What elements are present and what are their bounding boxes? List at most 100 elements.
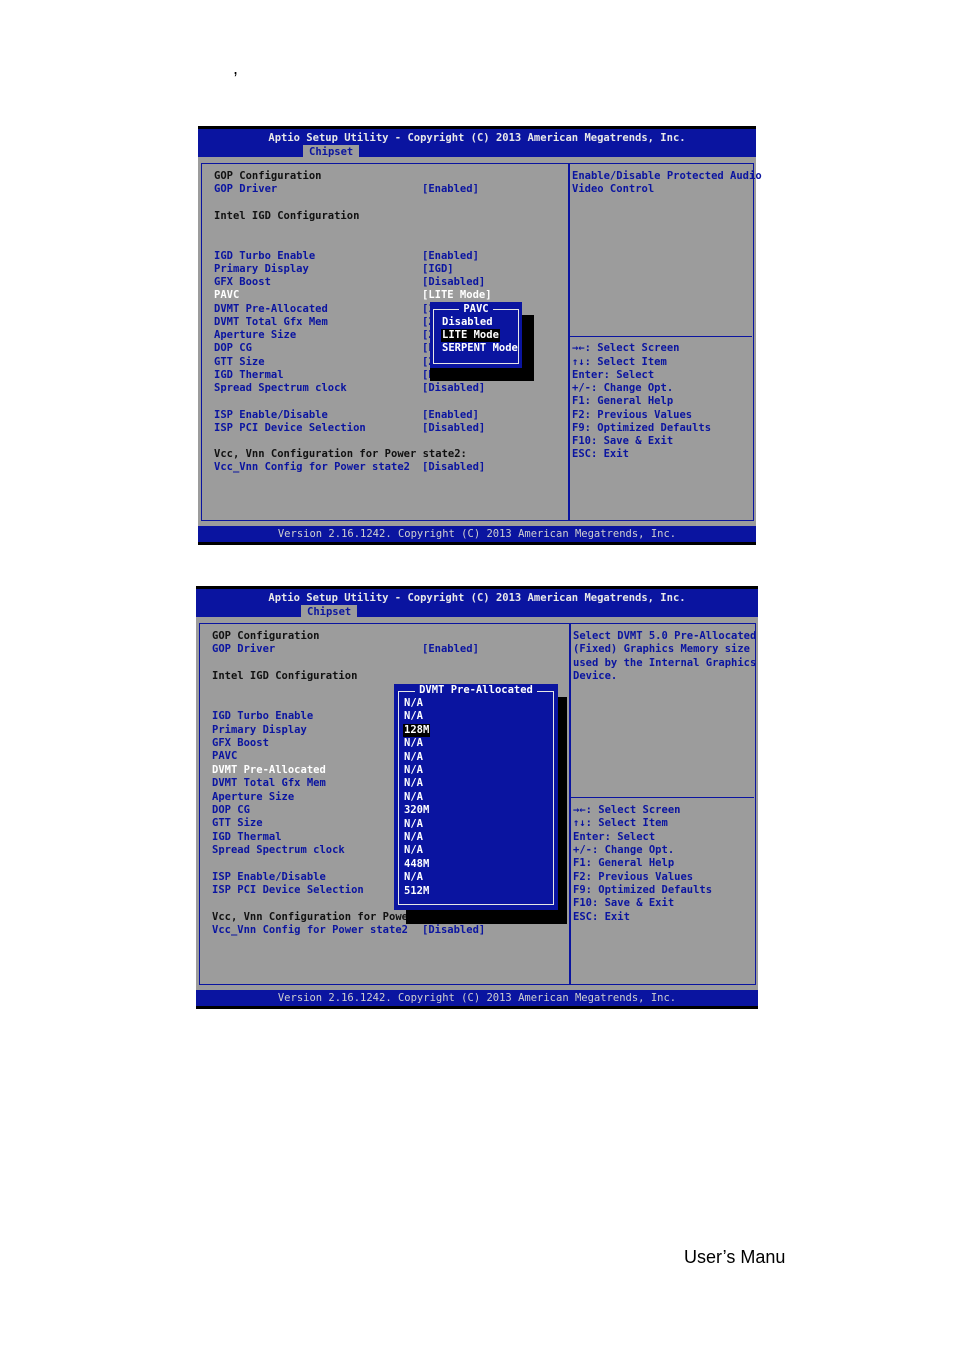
key-hint-enter: Enter: Select — [572, 369, 655, 381]
tab-chipset[interactable]: Chipset — [303, 145, 360, 159]
help-line: Select DVMT 5.0 Pre-Allocated — [573, 630, 757, 642]
setting-isp-enable-disable[interactable]: ISP Enable/Disable — [212, 871, 326, 884]
setting-igd-thermal[interactable]: IGD Thermal — [212, 831, 282, 844]
popup-option[interactable]: N/A — [404, 751, 423, 764]
bios-header: Aptio Setup Utility - Copyright (C) 2013… — [198, 129, 756, 159]
key-hint-save-exit: F10: Save & Exit — [572, 435, 674, 447]
help-line: Video Control — [572, 183, 655, 195]
popup-option-serpent-mode[interactable]: SERPENT Mode — [442, 342, 518, 355]
setting-dvmt-pre-allocated[interactable]: DVMT Pre-Allocated — [212, 764, 326, 777]
popup-option-lite-mode[interactable]: LITE Mode — [441, 329, 500, 343]
key-hint-previous-values: F2: Previous Values — [572, 409, 693, 421]
setting-primary-display[interactable]: Primary Display — [214, 263, 309, 276]
setting-isp-pci-device-selection[interactable]: ISP PCI Device Selection — [214, 422, 366, 435]
setting-vcc-vnn-config[interactable]: Vcc_Vnn Config for Power state2 — [212, 924, 408, 937]
panel-divider — [569, 623, 571, 985]
key-hint-change-opt: +/-: Change Opt. — [573, 844, 675, 856]
popup-option[interactable]: 512M — [404, 885, 429, 898]
key-hint-general-help: F1: General Help — [572, 395, 674, 407]
value-pavc[interactable]: [LITE Mode] — [422, 289, 492, 302]
bottom-border — [198, 542, 756, 545]
value-gfx-boost[interactable]: [Disabled] — [422, 276, 485, 289]
section-vcc-vnn-configuration: Vcc, Vnn Configuration for Power state2: — [214, 448, 467, 460]
popup-option-disabled[interactable]: Disabled — [442, 316, 493, 329]
help-line: (Fixed) Graphics Memory size — [573, 643, 751, 655]
value-gop-driver[interactable]: [Enabled] — [422, 183, 479, 196]
setting-dvmt-pre-allocated[interactable]: DVMT Pre-Allocated — [214, 303, 328, 316]
dvmt-pre-allocated-popup: DVMT Pre-Allocated N/A N/A 128M N/A N/A N/A N/… — [394, 684, 558, 910]
version-bar: Version 2.16.1242. Copyright (C) 2013 Am… — [196, 990, 758, 1006]
value-spread-spectrum-clock[interactable]: [Disabled] — [422, 382, 485, 395]
popup-option[interactable]: 448M — [404, 858, 429, 871]
popup-option[interactable]: N/A — [404, 737, 423, 750]
help-divider — [570, 336, 752, 337]
popup-title: DVMT Pre-Allocated — [394, 684, 558, 697]
setting-igd-turbo-enable[interactable]: IGD Turbo Enable — [212, 710, 313, 723]
popup-option[interactable]: N/A — [404, 831, 423, 844]
popup-option[interactable]: N/A — [404, 777, 423, 790]
key-hint-general-help: F1: General Help — [573, 857, 675, 869]
help-divider — [571, 797, 754, 798]
tab-chipset[interactable]: Chipset — [301, 605, 358, 619]
setting-igd-turbo-enable[interactable]: IGD Turbo Enable — [214, 250, 315, 263]
key-hint-exit: ESC: Exit — [573, 911, 630, 923]
help-line: used by the Internal Graphics — [573, 657, 757, 669]
popup-option[interactable]: N/A — [404, 818, 423, 831]
setting-igd-thermal[interactable]: IGD Thermal — [214, 369, 284, 382]
popup-option[interactable]: 320M — [404, 804, 429, 817]
value-gop-driver[interactable]: [Enabled] — [422, 643, 479, 656]
setting-vcc-vnn-config[interactable]: Vcc_Vnn Config for Power state2 — [214, 461, 410, 474]
setting-dvmt-total-gfx-mem[interactable]: DVMT Total Gfx Mem — [212, 777, 326, 790]
bottom-border — [196, 1006, 758, 1009]
setting-gop-driver[interactable]: GOP Driver — [212, 643, 275, 656]
stray-punctuation: , — [233, 58, 239, 78]
setting-dop-cg[interactable]: DOP CG — [214, 342, 252, 355]
key-hint-select-screen: →←: Select Screen — [573, 804, 681, 816]
value-primary-display[interactable]: [IGD] — [422, 263, 454, 276]
section-intel-igd-configuration: Intel IGD Configuration — [214, 210, 360, 222]
setting-gtt-size[interactable]: GTT Size — [214, 356, 265, 369]
popup-option[interactable]: N/A — [404, 710, 423, 723]
setting-gop-driver[interactable]: GOP Driver — [214, 183, 277, 196]
setting-pavc[interactable]: PAVC — [214, 289, 239, 302]
value-isp-pci-device-selection[interactable]: [Disabled] — [422, 422, 485, 435]
key-hint-save-exit: F10: Save & Exit — [573, 897, 675, 909]
popup-option[interactable]: N/A — [404, 871, 423, 884]
setting-aperture-size[interactable]: Aperture Size — [212, 791, 294, 804]
value-vcc-vnn-config[interactable]: [Disabled] — [422, 461, 485, 474]
setting-spread-spectrum-clock[interactable]: Spread Spectrum clock — [212, 844, 345, 857]
setting-gtt-size[interactable]: GTT Size — [212, 817, 263, 830]
bios-header: Aptio Setup Utility - Copyright (C) 2013… — [196, 589, 758, 619]
popup-option[interactable]: N/A — [404, 764, 423, 777]
bios-screen-pavc: Aptio Setup Utility - Copyright (C) 2013… — [198, 126, 762, 545]
setting-spread-spectrum-clock[interactable]: Spread Spectrum clock — [214, 382, 347, 395]
page-footer: User’s Manu — [684, 1247, 786, 1267]
value-vcc-vnn-config[interactable]: [Disabled] — [422, 924, 485, 937]
section-gop-configuration: GOP Configuration — [212, 630, 320, 642]
key-hint-optimized-defaults: F9: Optimized Defaults — [573, 884, 713, 896]
setting-dvmt-total-gfx-mem[interactable]: DVMT Total Gfx Mem — [214, 316, 328, 329]
panel-divider — [568, 163, 570, 521]
value-igd-turbo-enable[interactable]: [Enabled] — [422, 250, 479, 263]
setting-primary-display[interactable]: Primary Display — [212, 724, 307, 737]
popup-option[interactable]: N/A — [404, 697, 423, 710]
setting-gfx-boost[interactable]: GFX Boost — [212, 737, 269, 750]
setting-gfx-boost[interactable]: GFX Boost — [214, 276, 271, 289]
setting-isp-pci-device-selection[interactable]: ISP PCI Device Selection — [212, 884, 364, 897]
popup-option[interactable]: N/A — [404, 844, 423, 857]
pavc-popup: PAVC Disabled LITE Mode SERPENT Mode — [430, 302, 522, 368]
key-hint-previous-values: F2: Previous Values — [573, 871, 694, 883]
help-line: Enable/Disable Protected Audio — [572, 170, 762, 182]
setting-pavc[interactable]: PAVC — [212, 750, 237, 763]
section-gop-configuration: GOP Configuration — [214, 170, 322, 182]
help-line: Device. — [573, 670, 618, 682]
setting-aperture-size[interactable]: Aperture Size — [214, 329, 296, 342]
popup-option[interactable]: 128M — [403, 723, 431, 738]
setting-dop-cg[interactable]: DOP CG — [212, 804, 250, 817]
key-hint-select-screen: →←: Select Screen — [572, 342, 680, 354]
key-hint-select-item: ↑↓: Select Item — [572, 356, 667, 368]
bios-title: Aptio Setup Utility - Copyright (C) 2013… — [268, 592, 686, 604]
value-isp-enable-disable[interactable]: [Enabled] — [422, 409, 479, 422]
popup-option[interactable]: N/A — [404, 791, 423, 804]
setting-isp-enable-disable[interactable]: ISP Enable/Disable — [214, 409, 328, 422]
